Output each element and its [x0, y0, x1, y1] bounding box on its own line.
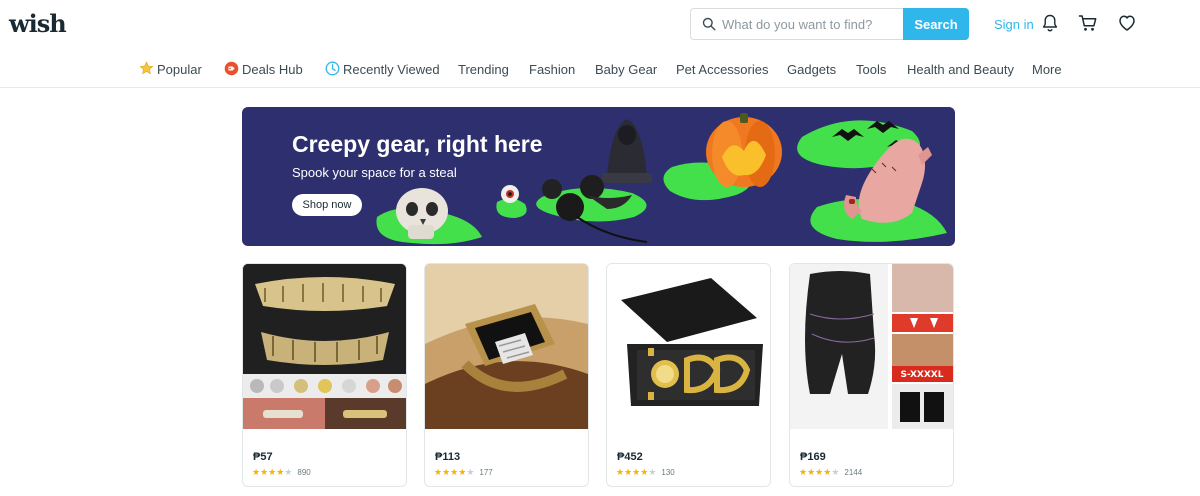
banner-title: Creepy gear, right here — [292, 131, 543, 157]
star-icon: ★ — [276, 467, 285, 477]
nav-item-label: Popular — [157, 62, 202, 77]
cart-icon[interactable] — [1078, 13, 1098, 33]
product-image-gold-ring — [425, 264, 588, 429]
nav-item-tools[interactable]: Tools — [856, 62, 886, 77]
header: wish Search Sign in — [0, 0, 1200, 50]
nav-item-baby-gear[interactable]: Baby Gear — [595, 62, 657, 77]
nav-item-health-and-beauty[interactable]: Health and Beauty — [907, 62, 1014, 77]
nav-item-recently-viewed[interactable]: Recently Viewed — [325, 61, 440, 77]
product-image-gold-watch-set — [607, 264, 770, 429]
search-icon — [702, 17, 716, 31]
review-count: 130 — [661, 468, 675, 477]
star-icon: ★ — [260, 467, 269, 477]
product-price: ₱57 — [253, 451, 273, 463]
star-icon: ★ — [831, 467, 840, 477]
product-card[interactable]: ₱452 ★ ★ ★ ★ ★ 130 — [606, 263, 771, 487]
nav-item-gadgets[interactable]: Gadgets — [787, 62, 836, 77]
product-price: ₱452 — [617, 451, 643, 463]
review-count: 2144 — [844, 468, 863, 477]
nav-item-more[interactable]: More — [1032, 62, 1062, 77]
star-icon — [139, 61, 154, 75]
nav-item-popular[interactable]: Popular — [139, 61, 202, 77]
star-icon: ★ — [807, 467, 816, 477]
star-icon: ★ — [268, 467, 277, 477]
nav-item-pet-accessories[interactable]: Pet Accessories — [676, 62, 769, 77]
star-icon: ★ — [450, 467, 459, 477]
nav-item-trending[interactable]: Trending — [458, 62, 509, 77]
product-card[interactable]: S-XXXXL ₱169 ★ ★ ★ ★ ★ 2144 — [789, 263, 954, 487]
star-icon: ★ — [284, 467, 293, 477]
bell-icon[interactable] — [1040, 13, 1060, 33]
search-input[interactable] — [722, 9, 900, 39]
product-price: ₱169 — [800, 451, 826, 463]
search-button[interactable]: Search — [903, 8, 969, 40]
sign-in-link[interactable]: Sign in — [994, 17, 1034, 32]
star-icon: ★ — [252, 467, 261, 477]
svg-text:S-XXXXL: S-XXXXL — [901, 370, 944, 380]
star-icon: ★ — [442, 467, 451, 477]
star-icon: ★ — [616, 467, 625, 477]
heart-icon[interactable] — [1117, 13, 1137, 33]
shop-now-button[interactable]: Shop now — [292, 194, 362, 216]
star-icon: ★ — [458, 467, 467, 477]
product-image-gold-grillz — [243, 264, 406, 429]
star-icon: ★ — [624, 467, 633, 477]
nav-item-label: Deals Hub — [242, 62, 303, 77]
header-divider — [0, 87, 1200, 88]
star-icon: ★ — [799, 467, 808, 477]
product-rating: ★ ★ ★ ★ ★ 177 — [434, 467, 493, 478]
product-card[interactable]: ₱113 ★ ★ ★ ★ ★ 177 — [424, 263, 589, 487]
star-icon: ★ — [640, 467, 649, 477]
star-icon: ★ — [823, 467, 832, 477]
review-count: 177 — [479, 468, 493, 477]
product-card[interactable]: ₱57 ★ ★ ★ ★ ★ 890 — [242, 263, 407, 487]
product-image-shapewear: S-XXXXL — [790, 264, 953, 429]
nav-item-label: Recently Viewed — [343, 62, 440, 77]
star-icon: ★ — [434, 467, 443, 477]
star-icon: ★ — [648, 467, 657, 477]
product-price: ₱113 — [435, 451, 461, 463]
search-bar: Search — [690, 8, 969, 40]
product-rating: ★ ★ ★ ★ ★ 2144 — [799, 467, 863, 478]
star-icon: ★ — [632, 467, 641, 477]
product-rating: ★ ★ ★ ★ ★ 890 — [252, 467, 311, 478]
star-icon: ★ — [466, 467, 475, 477]
wish-logo[interactable]: wish — [9, 9, 67, 38]
star-icon: ★ — [815, 467, 824, 477]
nav-item-deals-hub[interactable]: Deals Hub — [224, 61, 303, 77]
review-count: 890 — [297, 468, 311, 477]
product-rating: ★ ★ ★ ★ ★ 130 — [616, 467, 675, 478]
clock-icon — [325, 61, 340, 76]
deals-icon — [224, 61, 239, 76]
category-nav: Popular Deals Hub Recently Viewed Trendi… — [0, 58, 1200, 84]
banner-subtitle: Spook your space for a steal — [292, 165, 457, 180]
nav-item-fashion[interactable]: Fashion — [529, 62, 575, 77]
promo-banner[interactable]: Creepy gear, right here Spook your space… — [242, 107, 955, 246]
